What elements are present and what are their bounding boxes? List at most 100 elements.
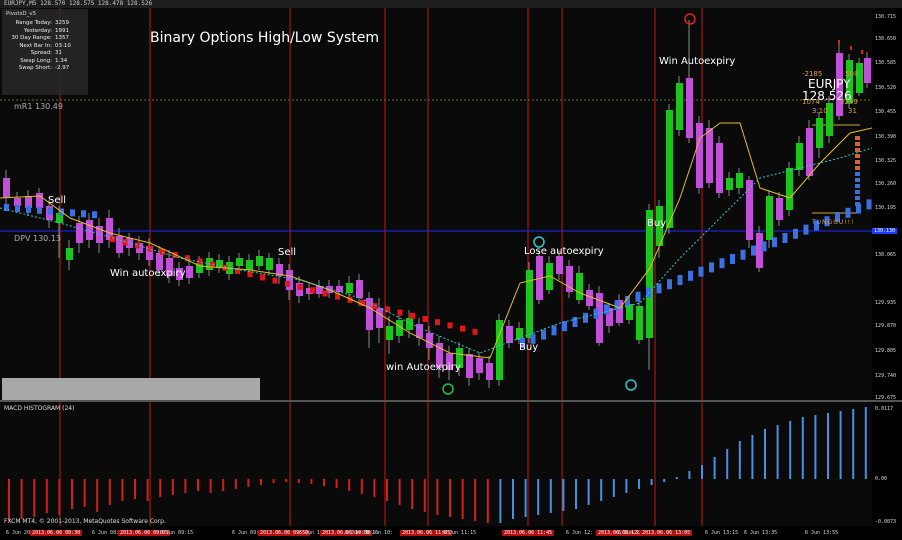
candle-body <box>486 363 493 380</box>
annotation-buy-2: Buy <box>647 218 667 229</box>
macd-bar <box>436 479 439 515</box>
uptrend-marker <box>793 228 798 239</box>
pivot-title: PivotsD_v5 <box>6 11 37 17</box>
downtrend-marker <box>385 306 390 313</box>
macd-bar <box>323 479 325 486</box>
tunggu-label: TUNGGU!!! <box>812 219 855 226</box>
uptrend-marker <box>583 312 588 323</box>
candle-body <box>336 286 343 292</box>
level-marker <box>855 196 860 200</box>
trend-marker <box>15 204 20 212</box>
annotation-win-1: Win autoexpiry <box>110 268 186 279</box>
macd-bar <box>701 465 703 479</box>
macd-bar <box>650 479 653 485</box>
macd-bar <box>600 479 603 501</box>
macd-bar <box>474 479 477 521</box>
downtrend-marker <box>110 236 115 242</box>
candle-body <box>506 326 513 343</box>
macd-bar <box>71 479 73 509</box>
price-axis-label: 130.455 <box>875 109 897 115</box>
uptrend-marker <box>604 304 609 315</box>
macd-bar <box>486 479 489 523</box>
info-overlay-box <box>2 378 260 400</box>
macd-bar <box>297 479 300 483</box>
pivot-value: 31 <box>55 50 62 56</box>
uptrend-marker <box>656 283 662 294</box>
macd-bar <box>373 479 376 497</box>
dpv-label: DPV 130.13 <box>14 234 61 243</box>
pivot-row: Spread: 31 <box>2 50 88 57</box>
time-axis-label: 6 Jun 11:15 <box>443 530 477 536</box>
macd-bar <box>575 479 577 509</box>
annotation-buy-1: Buy <box>519 342 539 353</box>
downtrend-marker <box>435 319 440 326</box>
macd-top-value: 0.0117 <box>875 406 894 412</box>
level-marker <box>855 202 860 206</box>
uptrend-marker <box>541 329 546 340</box>
candle-body <box>86 220 93 240</box>
candle-body <box>806 128 813 176</box>
copyright-text: FXCM MT4, © 2001-2013, MetaQuotes Softwa… <box>4 518 166 525</box>
macd-bar <box>134 479 136 499</box>
symbol-stat-4: 31 <box>848 107 857 115</box>
downtrend-marker <box>472 328 478 335</box>
candle-body <box>686 78 693 138</box>
macd-bar <box>625 479 628 493</box>
level-marker <box>855 148 860 152</box>
signal-circle-icon <box>442 383 454 395</box>
macd-bar <box>688 471 691 479</box>
symbol-stat-2: 3259 <box>840 98 858 106</box>
price-axis[interactable]: 130.715 130.650 130.585 130.520 130.455 130.3… <box>872 8 902 401</box>
time-axis-label: 6 Jun 12: <box>566 530 594 536</box>
pivot-row: 30 Day Range: 1357 <box>2 35 88 42</box>
candle-body <box>236 258 243 266</box>
macd-bar <box>171 479 174 495</box>
pivot-key: Swap Long: <box>20 57 52 64</box>
level-marker <box>855 154 860 158</box>
macd-bar <box>512 479 514 519</box>
uptrend-marker <box>845 207 851 218</box>
price-axis-label: 129.740 <box>875 373 897 379</box>
downtrend-marker <box>247 271 253 278</box>
signal-circle-icon <box>684 13 696 25</box>
level-marker <box>855 190 860 194</box>
macd-bar <box>801 417 804 479</box>
macd-bar <box>663 479 666 482</box>
downtrend-marker <box>322 290 328 297</box>
macd-bar <box>146 479 149 501</box>
price-chart-pane[interactable] <box>0 8 873 400</box>
uptrend-marker <box>551 325 557 336</box>
downtrend-marker <box>122 239 128 246</box>
macd-histogram-pane[interactable] <box>0 402 872 526</box>
candle-body <box>256 256 263 266</box>
uptrend-marker <box>730 254 735 264</box>
annotation-sell-1: Sell <box>48 195 67 206</box>
trend-marker <box>81 210 86 218</box>
candle-body <box>776 198 783 220</box>
macd-bar <box>814 415 817 479</box>
macd-bar <box>638 479 640 489</box>
high-dot <box>850 46 852 50</box>
pivot-info-panel: PivotsD_v5 Range Today: 3259 Yesterday: 199… <box>2 9 88 95</box>
macd-bar <box>461 479 464 519</box>
time-axis-label: 6 Jun 09: <box>232 530 260 536</box>
candle-body <box>786 168 793 210</box>
uptrend-marker <box>667 279 672 290</box>
pivot-row: Next Bar In: 03:10 <box>2 43 88 50</box>
level-marker <box>855 178 860 182</box>
macd-bar <box>537 479 540 515</box>
candle-body <box>116 236 123 253</box>
candle-body <box>646 210 653 338</box>
macd-bar <box>184 479 187 493</box>
price-axis-label: 130.650 <box>875 36 897 42</box>
trend-marker <box>26 205 31 213</box>
macd-bar <box>310 479 313 484</box>
time-axis-label: 6 Jun 13:35 <box>744 530 778 536</box>
macd-bar <box>864 407 867 479</box>
level-marker <box>855 160 860 164</box>
candle-body <box>676 83 683 130</box>
uptrend-marker <box>866 199 872 210</box>
macd-bar <box>108 479 111 505</box>
level-marker <box>855 172 860 176</box>
macd-bar <box>348 479 351 491</box>
